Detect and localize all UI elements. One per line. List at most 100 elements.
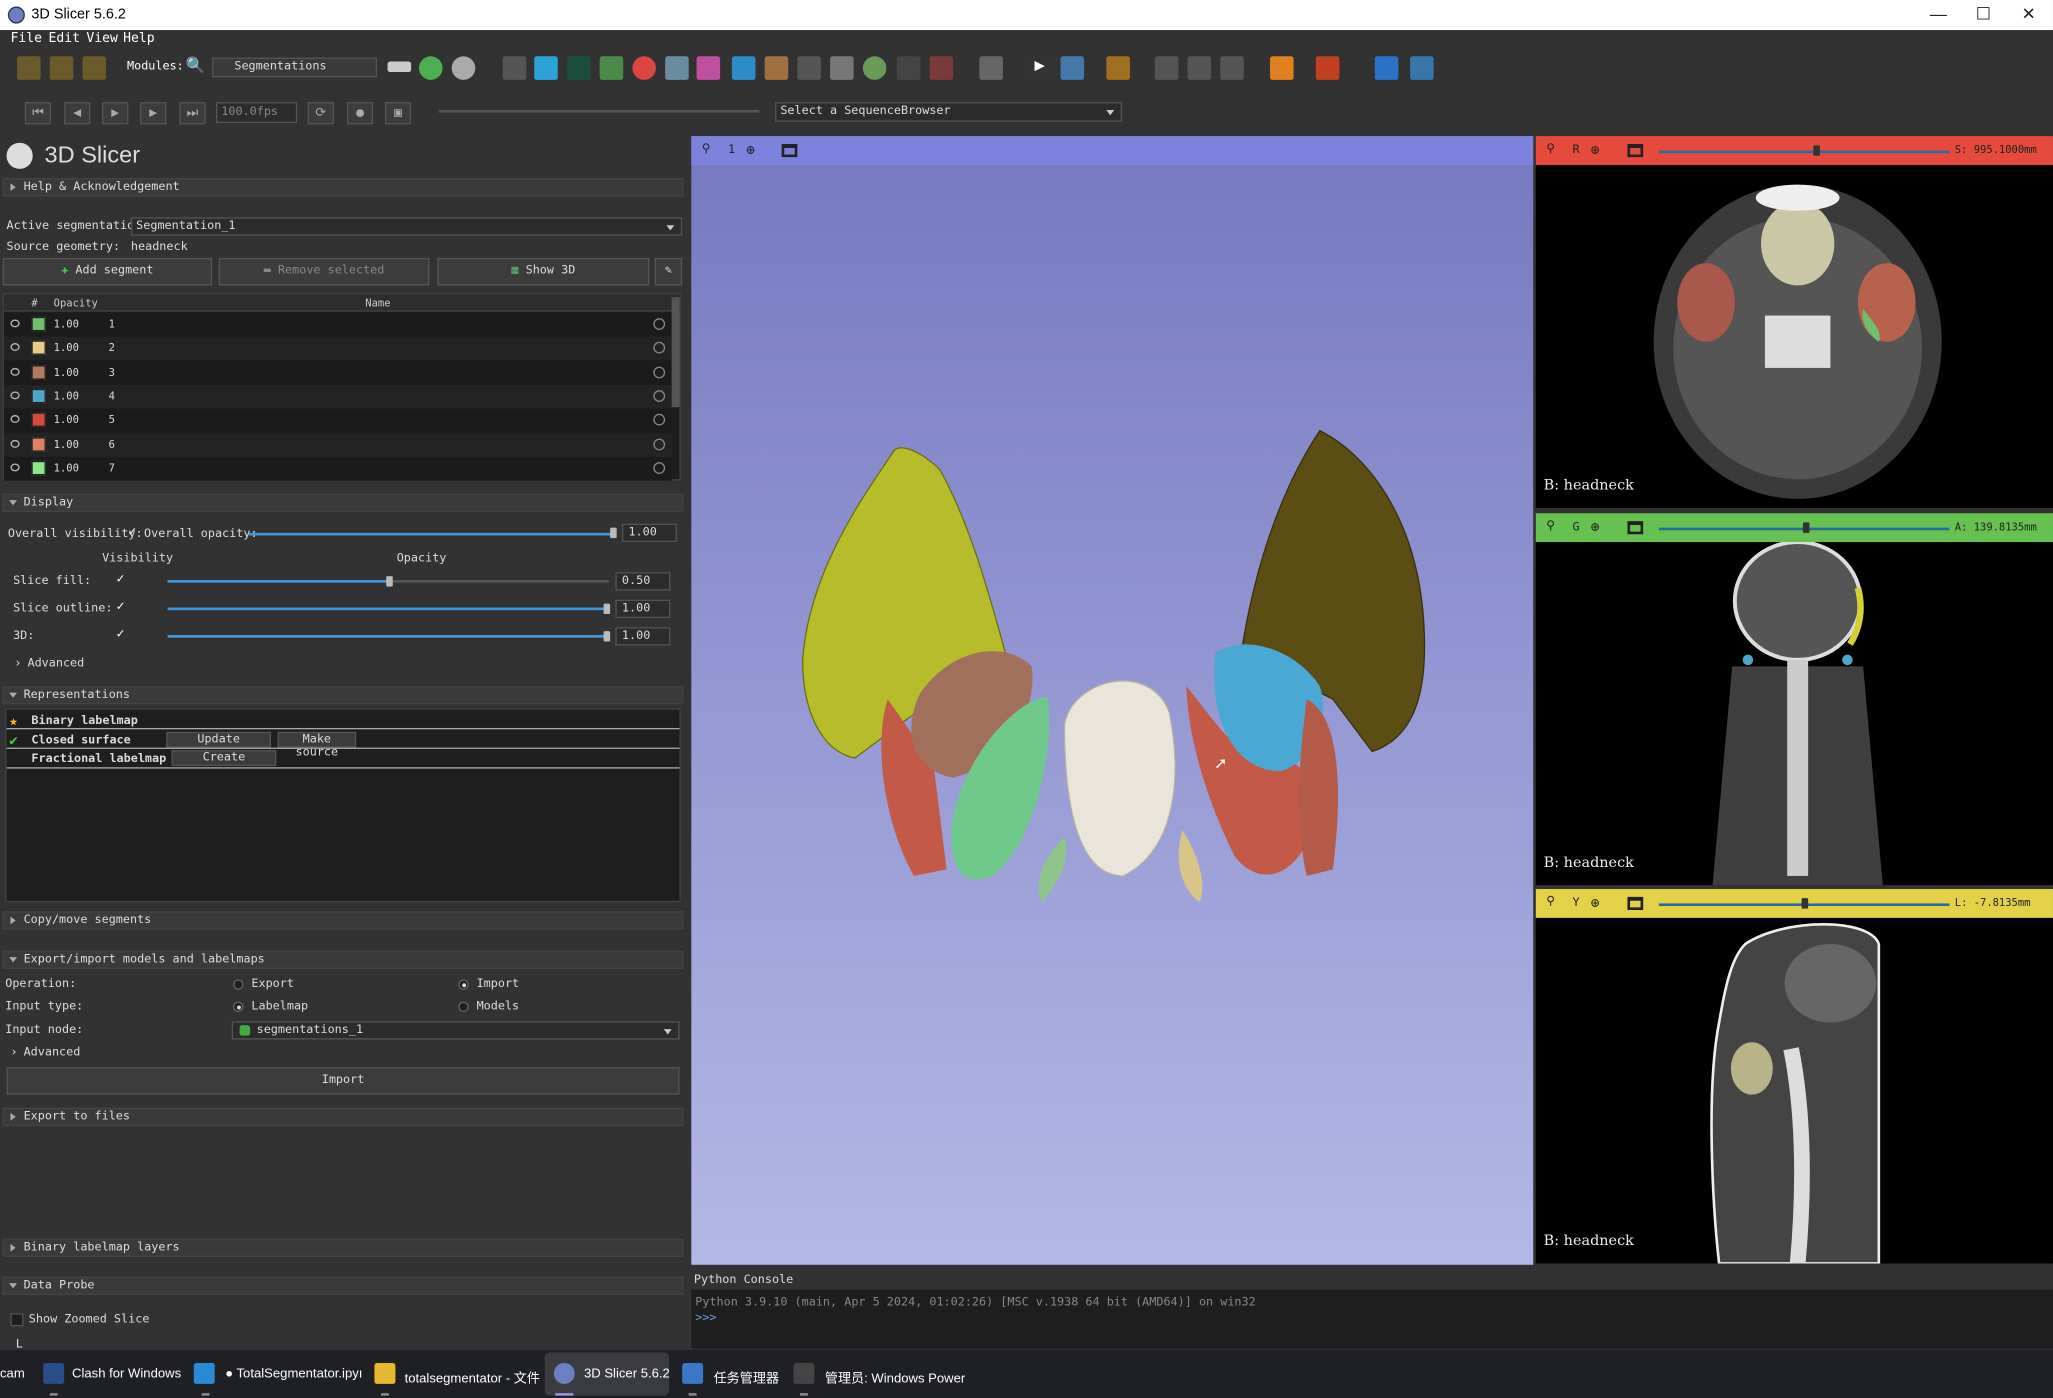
module-selector[interactable]: Segmentations — [212, 57, 378, 78]
segment-opacity[interactable]: 1.00 — [54, 390, 79, 402]
overall-opacity-spinbox[interactable]: 1.00 — [621, 523, 677, 543]
vscode-icon[interactable] — [193, 1362, 215, 1384]
display-section[interactable]: Display — [2, 493, 684, 512]
slice-offset-handle[interactable] — [1801, 898, 1809, 909]
minimize-button[interactable]: — — [1930, 4, 1947, 24]
clash-icon[interactable] — [43, 1362, 65, 1384]
sample-data-icon[interactable] — [731, 56, 756, 80]
segment-color-swatch[interactable] — [31, 412, 46, 428]
maximize-view-icon[interactable] — [1627, 144, 1644, 158]
slice-outline-checkbox[interactable]: ✓ — [117, 600, 125, 614]
pin-icon[interactable]: ⚲ — [702, 143, 711, 156]
yellow-slice-view[interactable]: B: headneck — [1535, 917, 2053, 1264]
slice-fill-spinbox[interactable]: 0.50 — [615, 572, 671, 591]
play-icon[interactable]: ▶ — [102, 102, 129, 125]
link-icon[interactable]: ⊕ — [1591, 518, 1600, 535]
camera-icon[interactable] — [1187, 56, 1212, 80]
fiducial-icon[interactable] — [1315, 56, 1340, 80]
console-prompt[interactable]: >>> — [695, 1312, 716, 1325]
segment-opacity[interactable]: 1.00 — [54, 438, 79, 450]
pointer-icon[interactable]: ▶ — [1027, 56, 1052, 80]
module-search-icon[interactable]: 🔍 — [186, 56, 206, 74]
show-3d-button[interactable]: ▦ Show 3D — [437, 257, 650, 286]
extension-manager-icon[interactable] — [1374, 56, 1399, 80]
brain-icon[interactable] — [764, 56, 789, 80]
eye-icon[interactable] — [10, 367, 20, 376]
edit-icon[interactable]: ✎ — [654, 257, 683, 286]
ruler-icon[interactable] — [1106, 56, 1130, 80]
capture-icon[interactable] — [1220, 56, 1244, 80]
segment-name[interactable]: 4 — [109, 390, 115, 402]
segment-name[interactable]: 5 — [109, 414, 115, 426]
window-level-icon[interactable] — [1060, 56, 1085, 80]
pin-icon[interactable]: ⚲ — [1546, 896, 1555, 909]
ei-advanced[interactable]: Advanced — [24, 1046, 81, 1059]
menu-help[interactable]: Help — [123, 31, 155, 45]
display-advanced[interactable]: Advanced — [27, 657, 84, 670]
binary-layers-section[interactable]: Binary labelmap layers — [2, 1238, 684, 1257]
menu-edit[interactable]: Edit — [48, 31, 80, 45]
link-icon[interactable]: ⊕ — [1591, 894, 1600, 911]
dicom-icon[interactable] — [49, 56, 74, 80]
menu-view[interactable]: View — [86, 31, 118, 45]
close-button[interactable]: ✕ — [2022, 4, 2036, 25]
loop-icon[interactable]: ⟳ — [307, 102, 334, 125]
cube-icon[interactable] — [830, 56, 854, 80]
segment-row[interactable]: 1.00 5 — [3, 408, 672, 433]
python-console[interactable]: Python Console Python 3.9.10 (main, Apr … — [691, 1270, 2053, 1349]
segment-color-swatch[interactable] — [31, 340, 46, 356]
layout-icon[interactable] — [979, 56, 1003, 80]
segment-color-swatch[interactable] — [31, 460, 46, 476]
folder-icon[interactable] — [374, 1362, 396, 1384]
eye-icon[interactable] — [10, 343, 20, 352]
segment-name[interactable]: 1 — [109, 318, 115, 330]
save-icon[interactable] — [82, 56, 107, 80]
eye-icon[interactable] — [10, 463, 20, 472]
segment-row[interactable]: 1.00 7 — [3, 456, 672, 481]
taskbar-explorer[interactable]: totalsegmentator - 文件 — [405, 1367, 540, 1386]
representations-section[interactable]: Representations — [2, 686, 684, 705]
segment-status-icon[interactable] — [653, 342, 666, 354]
eye-icon[interactable] — [10, 439, 20, 448]
taskbar-taskmgr[interactable]: 任务管理器 — [714, 1367, 779, 1386]
data-probe-section[interactable]: Data Probe — [2, 1276, 684, 1295]
markups-icon[interactable] — [534, 56, 558, 80]
eye-icon[interactable] — [10, 415, 20, 424]
extensions-icon[interactable] — [929, 56, 954, 80]
crosshair-icon[interactable] — [1270, 56, 1294, 80]
green-slice-view[interactable]: B: headneck — [1535, 542, 2053, 886]
eye-icon[interactable] — [10, 319, 20, 328]
screenshot-icon[interactable] — [1154, 56, 1179, 80]
segment-color-swatch[interactable] — [31, 316, 46, 332]
back-icon[interactable] — [418, 56, 443, 80]
help-section[interactable]: Help & Acknowledgement — [2, 178, 684, 197]
slice-offset-handle[interactable] — [1802, 522, 1810, 533]
taskbar-slicer[interactable]: 3D Slicer 5.6.2 — [584, 1367, 670, 1381]
segment-status-icon[interactable] — [653, 366, 666, 378]
segment-status-icon[interactable] — [653, 413, 666, 426]
segment-row[interactable]: 1.00 6 — [3, 432, 672, 457]
taskbar-vscode[interactable]: ● TotalSegmentator.ipyı — [225, 1367, 362, 1381]
labelmap-radio[interactable] — [233, 1001, 244, 1013]
segment-row[interactable]: 1.00 3 — [3, 360, 672, 385]
export-radio[interactable] — [233, 979, 244, 990]
segment-opacity[interactable]: 1.00 — [54, 342, 79, 354]
segment-name[interactable]: 2 — [109, 342, 115, 354]
red-slice-view[interactable]: B: headneck — [1535, 164, 2053, 509]
last-frame-icon[interactable]: ⏭ — [179, 102, 206, 125]
fps-spinbox[interactable]: 100.0fps — [216, 102, 298, 124]
slice-fill-checkbox[interactable]: ✓ — [117, 572, 125, 586]
taskbar-powershell[interactable]: 管理员: Windows Power — [825, 1367, 965, 1386]
threed-checkbox[interactable]: ✓ — [117, 627, 125, 641]
segment-status-icon[interactable] — [653, 318, 666, 330]
segment-opacity[interactable]: 1.00 — [54, 414, 79, 426]
slice-outline-slider[interactable] — [167, 607, 609, 611]
slicer-taskbar-icon[interactable] — [553, 1362, 575, 1384]
segment-row[interactable]: 1.00 1 — [3, 312, 672, 337]
display-advanced-chevron-icon[interactable]: › — [14, 657, 21, 670]
module-history-icon[interactable] — [387, 61, 412, 73]
show-zoomed-checkbox[interactable] — [10, 1313, 24, 1327]
next-frame-icon[interactable]: ▶ — [140, 102, 167, 125]
taskbar-cam[interactable]: cam — [0, 1367, 25, 1381]
segment-row[interactable]: 1.00 2 — [3, 336, 672, 361]
